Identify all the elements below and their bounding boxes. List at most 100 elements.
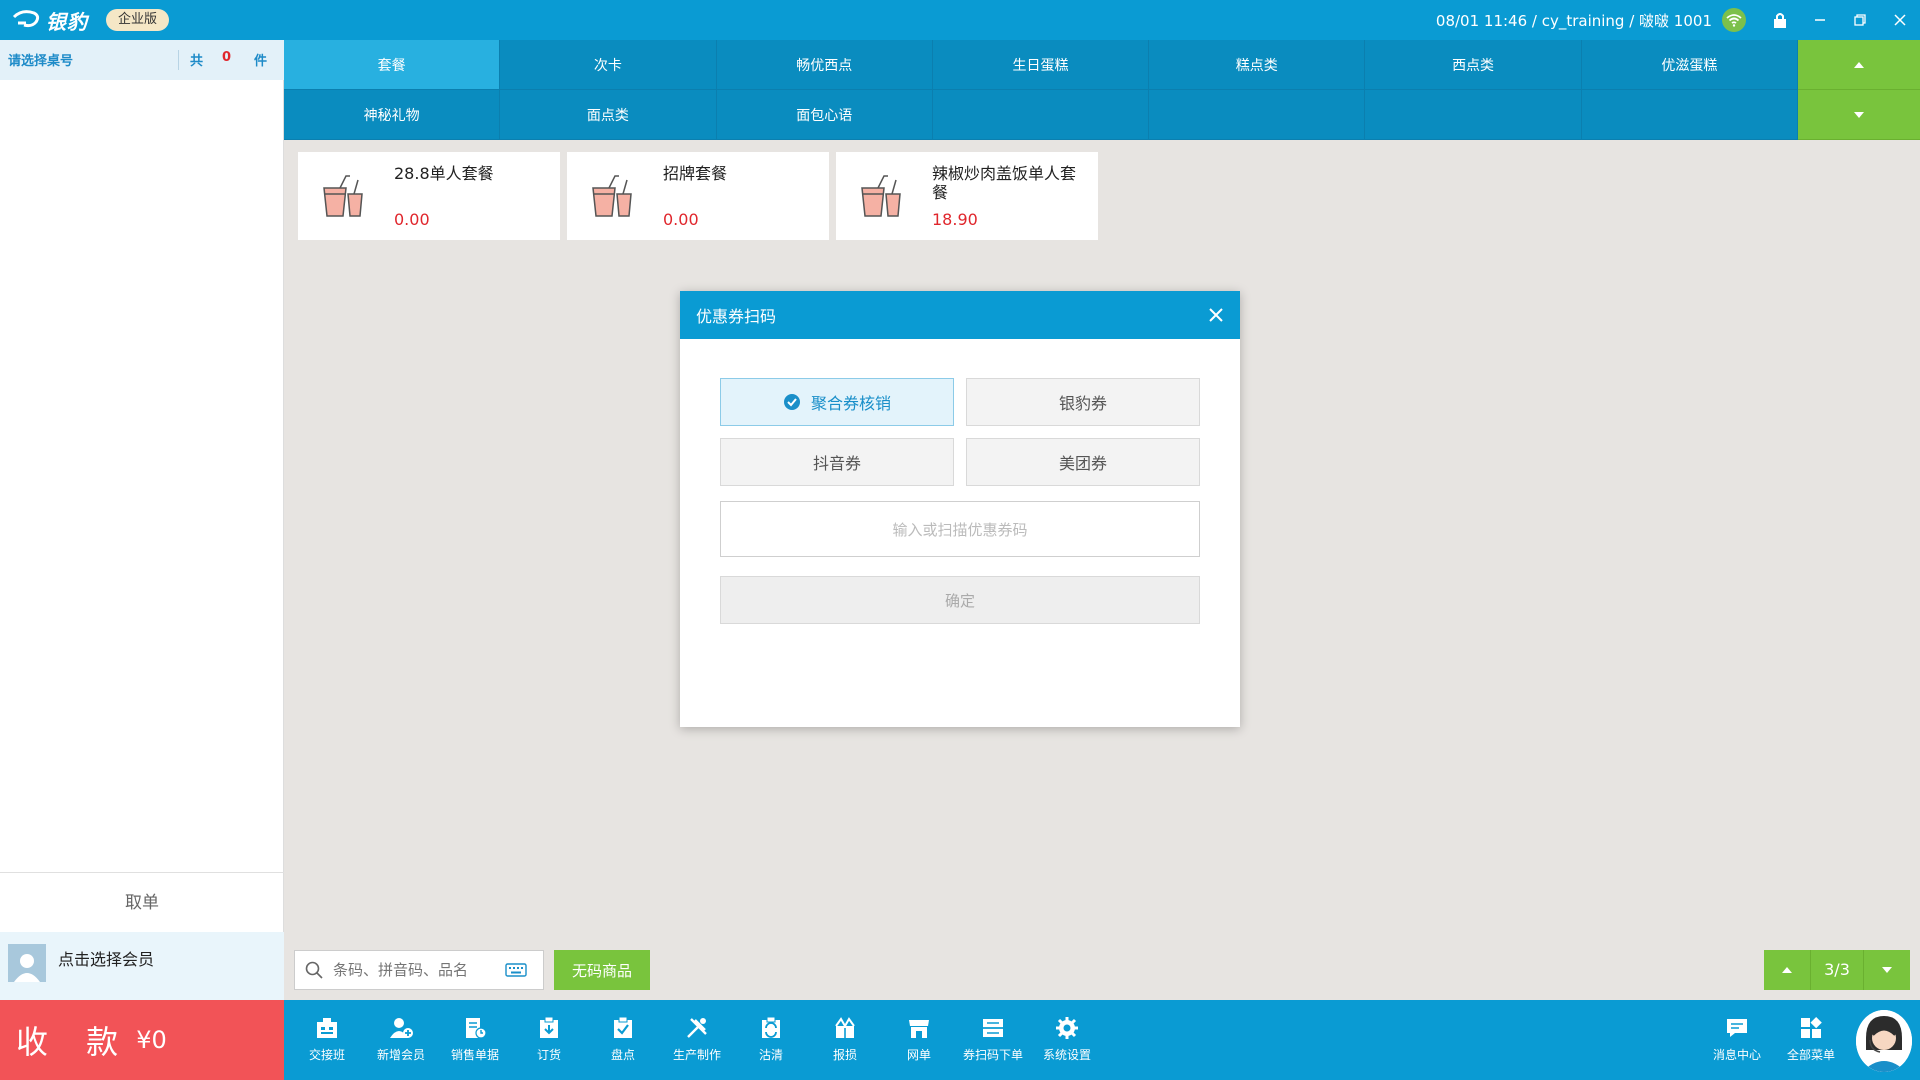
order-goods-button[interactable]: 订货 — [512, 1000, 586, 1080]
category-tab[interactable]: 套餐 — [284, 40, 501, 90]
keyboard-icon[interactable] — [505, 963, 527, 977]
checkout-amount: ¥0 — [136, 1026, 167, 1054]
coupon-type-label: 银豹券 — [1058, 394, 1107, 413]
coupon-scan-order-button[interactable]: 券扫码下单 — [956, 1000, 1030, 1080]
check-circle-icon — [783, 394, 800, 410]
handover-icon — [317, 1018, 337, 1038]
support-agent-icon — [1856, 1010, 1912, 1072]
category-tab[interactable]: 面包心语 — [716, 90, 933, 140]
loss-report-button[interactable]: 报损 — [808, 1000, 882, 1080]
drink-icon — [592, 175, 632, 217]
category-tab[interactable]: 糕点类 — [1149, 40, 1366, 90]
page-up-button[interactable] — [1764, 950, 1810, 990]
title-bar: 银豹 企业版 08/01 11:46 / cy_training / 啵啵 10… — [0, 0, 1920, 40]
toolbar-label: 系统设置 — [1042, 1048, 1091, 1062]
online-order-button[interactable]: 网单 — [882, 1000, 956, 1080]
datetime-user-status: 08/01 11:46 / cy_training / 啵啵 1001 — [1435, 11, 1712, 30]
add-member-button[interactable]: 新增会员 — [364, 1000, 438, 1080]
product-name: 辣椒炒肉盖饭单人套餐 — [932, 164, 1077, 202]
category-empty-cell — [932, 90, 1150, 140]
item-count: 0 — [222, 50, 232, 65]
product-card[interactable]: 28.8单人套餐 0.00 — [298, 152, 560, 240]
checkout-button[interactable]: 收 款 ¥0 — [0, 1000, 284, 1080]
order-goods-icon — [540, 1016, 558, 1038]
product-search[interactable] — [294, 950, 544, 990]
sold-out-button[interactable]: 沽清 — [734, 1000, 808, 1080]
close-window-icon[interactable] — [1880, 0, 1920, 40]
system-settings-button[interactable]: 系统设置 — [1030, 1000, 1104, 1080]
total-prefix: 共 — [190, 54, 204, 69]
coupon-type-aggregate[interactable]: 聚合券核销 — [720, 378, 954, 426]
app-logo: 银豹 — [12, 6, 88, 34]
production-button[interactable]: 生产制作 — [660, 1000, 734, 1080]
page-indicator: 3/3 — [1810, 950, 1864, 990]
category-tab[interactable]: 生日蛋糕 — [932, 40, 1150, 90]
toolbar-label: 消息中心 — [1712, 1048, 1761, 1062]
close-icon[interactable] — [1204, 303, 1228, 327]
coupon-code-input[interactable]: 输入或扫描优惠券码 — [720, 501, 1200, 557]
member-select[interactable]: 点击选择会员 — [0, 932, 284, 1000]
coupon-type-meituan[interactable]: 美团券 — [966, 438, 1200, 486]
category-empty-cell — [1581, 90, 1798, 140]
item-unit: 件 — [254, 54, 268, 69]
handover-button[interactable]: 交接班 — [290, 1000, 364, 1080]
category-tab[interactable]: 神秘礼物 — [284, 90, 501, 140]
category-tab[interactable]: 面点类 — [500, 90, 717, 140]
inventory-button[interactable]: 盘点 — [586, 1000, 660, 1080]
caret-down-icon — [1882, 967, 1892, 973]
toolbar-label: 交接班 — [308, 1048, 345, 1062]
caret-up-icon — [1782, 967, 1792, 973]
product-name: 28.8单人套餐 — [394, 164, 494, 183]
category-up-button[interactable] — [1798, 40, 1920, 90]
category-down-button[interactable] — [1798, 90, 1920, 140]
toolbar-label: 生产制作 — [672, 1048, 721, 1062]
category-tab[interactable]: 优滋蛋糕 — [1581, 40, 1798, 90]
coupon-type-douyin[interactable]: 抖音券 — [720, 438, 954, 486]
production-icon — [687, 1018, 707, 1038]
wifi-icon[interactable] — [1722, 8, 1746, 32]
customer-service-avatar[interactable] — [1856, 1010, 1912, 1072]
message-center-button[interactable]: 消息中心 — [1700, 1000, 1774, 1080]
category-pager — [1798, 40, 1920, 140]
toolbar-label: 销售单据 — [450, 1048, 499, 1062]
lock-icon[interactable] — [1760, 0, 1800, 40]
online-order-icon — [909, 1020, 929, 1038]
no-barcode-item-button[interactable]: 无码商品 — [554, 950, 650, 990]
product-price: 0.00 — [663, 210, 699, 229]
search-icon — [305, 961, 323, 979]
table-select-bar[interactable]: 请选择桌号 共 0 件 — [0, 40, 284, 80]
toolbar-label: 网单 — [906, 1048, 931, 1062]
page-down-button[interactable] — [1864, 950, 1910, 990]
toolbar-label: 订货 — [536, 1048, 561, 1062]
all-menu-button[interactable]: 全部菜单 — [1774, 1000, 1848, 1080]
coupon-type-yinbao[interactable]: 银豹券 — [966, 378, 1200, 426]
inventory-icon — [614, 1016, 632, 1038]
dialog-header: 优惠券扫码 — [680, 291, 1240, 339]
checkout-label: 收 款 — [16, 1023, 133, 1061]
order-panel: 请选择桌号 共 0 件 取单 点击选择会员 — [0, 40, 284, 1000]
settings-icon — [1056, 1017, 1078, 1039]
sales-doc-button[interactable]: 销售单据 — [438, 1000, 512, 1080]
sold-out-icon — [762, 1016, 780, 1038]
search-input[interactable] — [333, 961, 501, 979]
category-tab[interactable]: 次卡 — [500, 40, 717, 90]
add-member-icon — [390, 1018, 413, 1038]
category-empty-cell — [1365, 90, 1582, 140]
category-tab[interactable]: 西点类 — [1365, 40, 1582, 90]
restore-icon[interactable] — [1840, 0, 1880, 40]
minimize-icon[interactable] — [1800, 0, 1840, 40]
coupon-scan-dialog: 优惠券扫码 聚合券核销 银豹券 抖音券 美团券 输入或扫描优惠券码 确定 — [680, 291, 1240, 727]
product-name: 招牌套餐 — [663, 164, 728, 183]
confirm-button[interactable]: 确定 — [720, 576, 1200, 624]
coupon-type-label: 抖音券 — [812, 454, 861, 473]
table-select-label[interactable]: 请选择桌号 — [8, 50, 73, 69]
caret-up-icon — [1854, 61, 1864, 68]
member-select-label[interactable]: 点击选择会员 — [58, 946, 154, 970]
category-tab[interactable]: 畅优西点 — [716, 40, 933, 90]
retrieve-order-button[interactable]: 取单 — [0, 872, 284, 932]
drink-icon — [323, 175, 363, 217]
product-card[interactable]: 招牌套餐 0.00 — [567, 152, 829, 240]
divider — [178, 50, 179, 70]
edition-badge: 企业版 — [106, 9, 170, 31]
product-card[interactable]: 辣椒炒肉盖饭单人套餐 18.90 — [836, 152, 1098, 240]
